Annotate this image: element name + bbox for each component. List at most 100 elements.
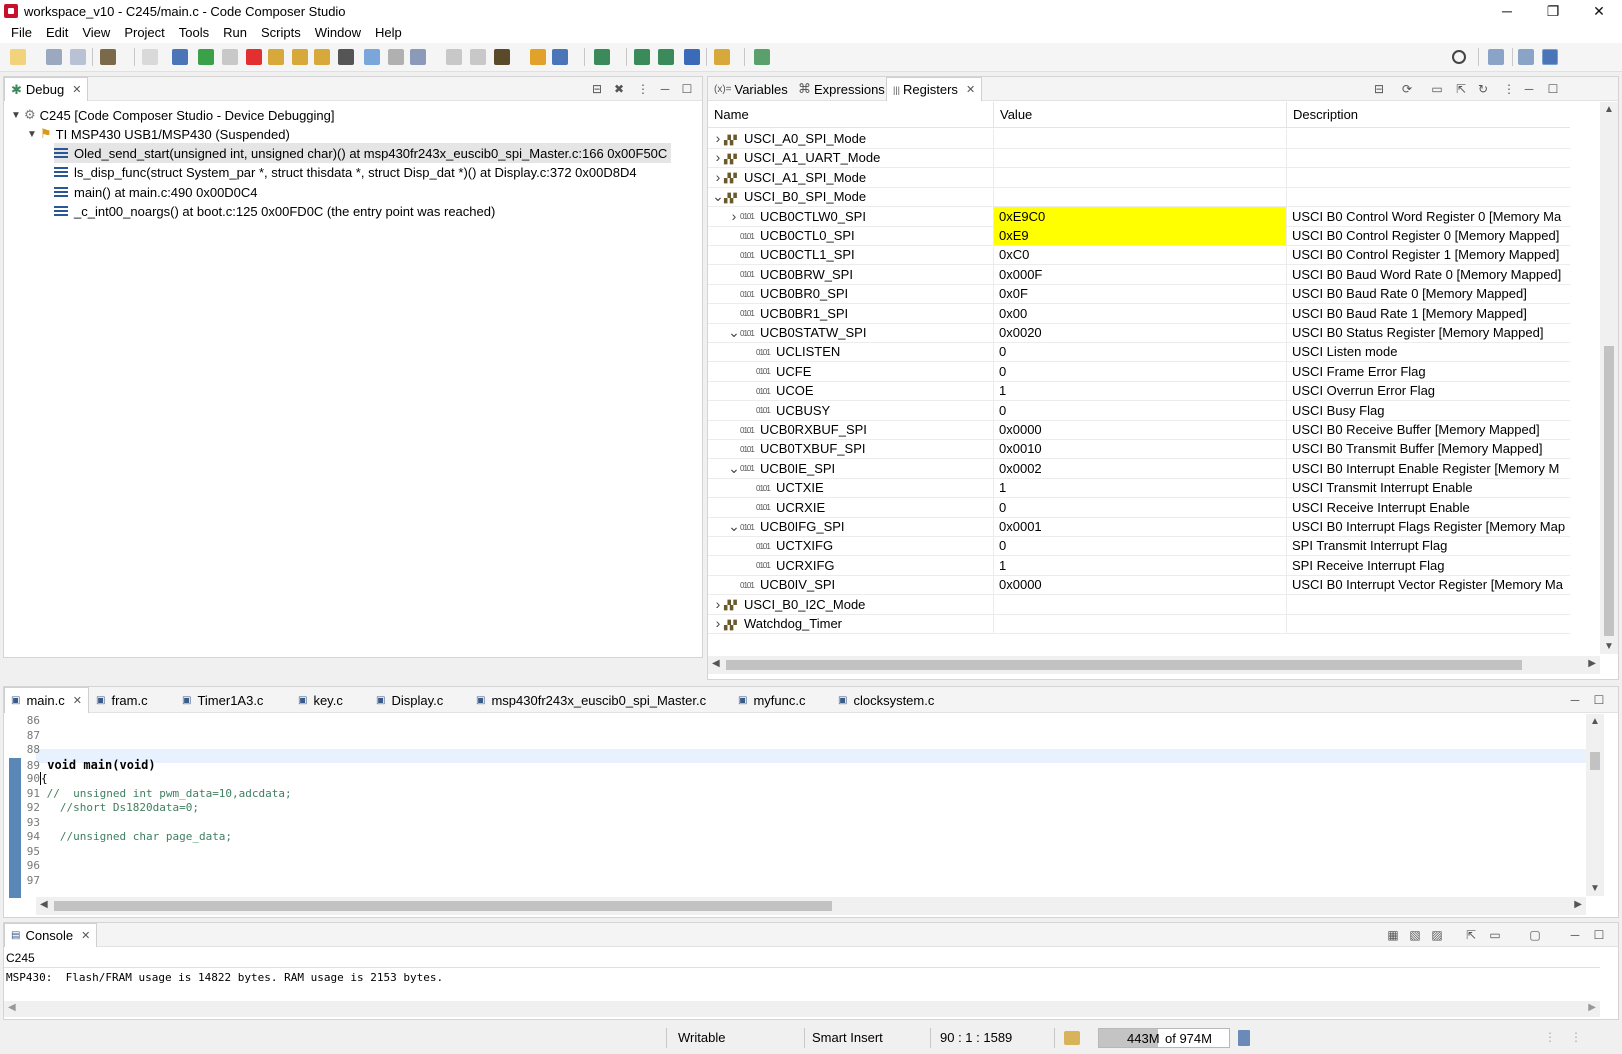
scroll-up-icon[interactable]: ▲ xyxy=(1604,104,1614,115)
register-value[interactable]: 1 xyxy=(994,381,1287,401)
register-value[interactable]: 0x0010 xyxy=(994,439,1287,459)
tab-timer1a3-c[interactable]: ▣ Timer1A3.c xyxy=(176,687,269,713)
register-row[interactable]: › ▞▞ USCI_B0_I2C_Mode xyxy=(708,594,1570,615)
register-value[interactable] xyxy=(994,148,1287,168)
memory-icon[interactable] xyxy=(364,49,380,65)
chevron-down-icon[interactable]: ▼ xyxy=(10,110,22,121)
close-tab-icon[interactable]: ✕ xyxy=(81,929,90,942)
tab-console[interactable]: ▤ Console ✕ xyxy=(4,923,98,947)
clear-console-icon[interactable]: ▦ xyxy=(1386,929,1400,941)
debug-session-item[interactable]: ▼ ⚙ C245 [Code Composer Studio - Device … xyxy=(10,105,334,125)
search-files-icon[interactable] xyxy=(684,49,700,65)
scroll-thumb[interactable] xyxy=(726,660,1522,670)
register-value[interactable]: 0x0000 xyxy=(994,420,1287,439)
close-tab-icon[interactable]: ✕ xyxy=(73,694,82,707)
marker-icon[interactable] xyxy=(714,49,730,65)
register-row[interactable]: 0101 UCLISTEN 0 USCI Listen mode xyxy=(708,342,1570,363)
registers-grid-icon[interactable] xyxy=(338,49,354,65)
tab-variables[interactable]: (x)= Variables xyxy=(708,77,794,101)
register-row[interactable]: 0101 UCB0BR0_SPI 0x0F USCI B0 Baud Rate 0 [… xyxy=(708,284,1570,305)
register-row[interactable]: ⌄0101 UCB0IFG_SPI 0x0001 USCI B0 Interrupt … xyxy=(708,517,1570,537)
tab-expressions[interactable]: ⌘ Expressions xyxy=(792,77,891,101)
scroll-up-icon[interactable]: ▲ xyxy=(1590,716,1600,727)
register-value[interactable]: 1 xyxy=(994,478,1287,498)
restore-button[interactable]: ❐ xyxy=(1530,0,1576,22)
code-line[interactable]: 92 //short Ds1820data=0; xyxy=(22,801,199,816)
chevron-down-icon[interactable]: ▼ xyxy=(26,129,38,140)
scroll-left-icon[interactable]: ◀ xyxy=(712,658,720,669)
maximize-view-icon[interactable]: ☐ xyxy=(680,83,694,95)
collapse-all-icon[interactable]: ⊟ xyxy=(1372,83,1386,95)
menu-tools[interactable]: Tools xyxy=(172,25,216,40)
register-value[interactable]: 0x0F xyxy=(994,284,1287,304)
register-row[interactable]: 0101 UCTXIFG 0 SPI Transmit Interrupt Flag xyxy=(708,536,1570,557)
maximize-view-icon[interactable]: ☐ xyxy=(1546,83,1560,95)
code-line[interactable]: 91 // unsigned int pwm_data=10,adcdata; xyxy=(22,787,292,802)
minimize-view-icon[interactable]: ─ xyxy=(1568,929,1582,941)
resume-icon[interactable] xyxy=(198,49,214,65)
chevron-right-icon[interactable]: › xyxy=(712,129,724,148)
garbage-collect-icon[interactable] xyxy=(1238,1030,1250,1046)
menu-scripts[interactable]: Scripts xyxy=(254,25,308,40)
folder-icon[interactable] xyxy=(1064,1031,1080,1045)
code-line[interactable]: 97 xyxy=(22,874,47,889)
code-line[interactable]: 89 void main(void) xyxy=(22,758,156,773)
register-value[interactable]: 0x0001 xyxy=(994,517,1287,536)
register-value[interactable] xyxy=(994,594,1287,614)
menu-run[interactable]: Run xyxy=(216,25,254,40)
scroll-down-icon[interactable]: ▼ xyxy=(1590,883,1600,894)
new-icon[interactable] xyxy=(10,49,26,65)
register-value[interactable]: 0 xyxy=(994,342,1287,362)
drag-handle-icon[interactable]: ⋮ xyxy=(1544,1030,1556,1044)
tab-main-c[interactable]: ▣ main.c ✕ xyxy=(4,687,89,713)
register-row[interactable]: › ▞▞ USCI_A1_SPI_Mode xyxy=(708,167,1570,188)
step-into-icon[interactable] xyxy=(268,49,284,65)
reset-icon[interactable] xyxy=(470,49,486,65)
tab-clocksystem-c[interactable]: ▣ clocksystem.c xyxy=(832,687,940,713)
code-line[interactable]: 87 xyxy=(22,729,47,744)
register-value[interactable]: 0x0002 xyxy=(994,458,1287,478)
register-row[interactable]: 0101 UCRXIE 0 USCI Receive Interrupt Enable xyxy=(708,497,1570,518)
chevron-right-icon[interactable]: › xyxy=(728,207,740,226)
register-value[interactable] xyxy=(994,129,1287,148)
register-row[interactable]: 0101 UCOE 1 USCI Overrun Error Flag xyxy=(708,381,1570,402)
stack-frame-item[interactable]: main() at main.c:490 0x00D0C4 xyxy=(54,182,258,202)
register-row[interactable]: 0101 UCFE 0 USCI Frame Error Flag xyxy=(708,361,1570,382)
tab-myfunc-c[interactable]: ▣ myfunc.c xyxy=(732,687,811,713)
register-value[interactable]: 0 xyxy=(994,361,1287,381)
search-icon[interactable] xyxy=(1452,50,1466,64)
code-line[interactable]: 86 xyxy=(22,714,47,729)
tab-fram-c[interactable]: ▣ fram.c xyxy=(90,687,154,713)
register-value[interactable]: 0 xyxy=(994,497,1287,517)
register-row[interactable]: ⌄▞▞ USCI_B0_SPI_Mode xyxy=(708,187,1570,208)
column-name[interactable]: Name xyxy=(708,102,994,128)
register-value[interactable]: 0x0000 xyxy=(994,575,1287,595)
minimize-view-icon[interactable]: ─ xyxy=(1568,694,1582,706)
stack-frame-item[interactable]: Oled_send_start(unsigned int, unsigned c… xyxy=(54,143,672,163)
register-row[interactable]: 0101 UCB0CTL0_SPI 0xE9 USCI B0 Control Regi… xyxy=(708,226,1570,246)
flash-icon[interactable] xyxy=(494,49,510,65)
export-icon[interactable]: ⇱ xyxy=(1454,83,1468,95)
refresh-icon[interactable]: ⟳ xyxy=(1400,83,1414,95)
menu-view[interactable]: View xyxy=(75,25,117,40)
menu-window[interactable]: Window xyxy=(308,25,368,40)
register-row[interactable]: › 0101 UCB0CTLW0_SPI 0xE9C0 USCI B0 Control … xyxy=(708,206,1570,227)
code-line[interactable]: 94 //unsigned char page_data; xyxy=(22,830,232,845)
menu-help[interactable]: Help xyxy=(368,25,409,40)
disassembly-icon[interactable] xyxy=(388,49,404,65)
register-row[interactable]: ⌄0101 UCB0IE_SPI 0x0002 USCI B0 Interrupt E… xyxy=(708,458,1570,479)
register-row[interactable]: 0101 UCB0TXBUF_SPI 0x0010 USCI B0 Transmit … xyxy=(708,439,1570,460)
tab-display-c[interactable]: ▣ Display.c xyxy=(370,687,449,713)
scroll-down-icon[interactable]: ▼ xyxy=(1604,641,1614,652)
menu-project[interactable]: Project xyxy=(117,25,171,40)
tab-registers[interactable]: ||| Registers ✕ xyxy=(886,77,983,101)
close-tab-icon[interactable]: ✕ xyxy=(966,83,975,96)
column-value[interactable]: Value xyxy=(994,102,1287,128)
register-row[interactable]: 0101 UCTXIE 1 USCI Transmit Interrupt Enabl… xyxy=(708,478,1570,499)
register-row[interactable]: 0101 UCBUSY 0 USCI Busy Flag xyxy=(708,400,1570,421)
heap-status[interactable]: 443M of 974M xyxy=(1098,1028,1230,1048)
tab-debug[interactable]: ✱ Debug ✕ xyxy=(4,77,89,101)
maximize-view-icon[interactable]: ☐ xyxy=(1592,929,1606,941)
code-line[interactable]: 93 xyxy=(22,816,47,831)
scroll-thumb[interactable] xyxy=(1604,346,1614,636)
